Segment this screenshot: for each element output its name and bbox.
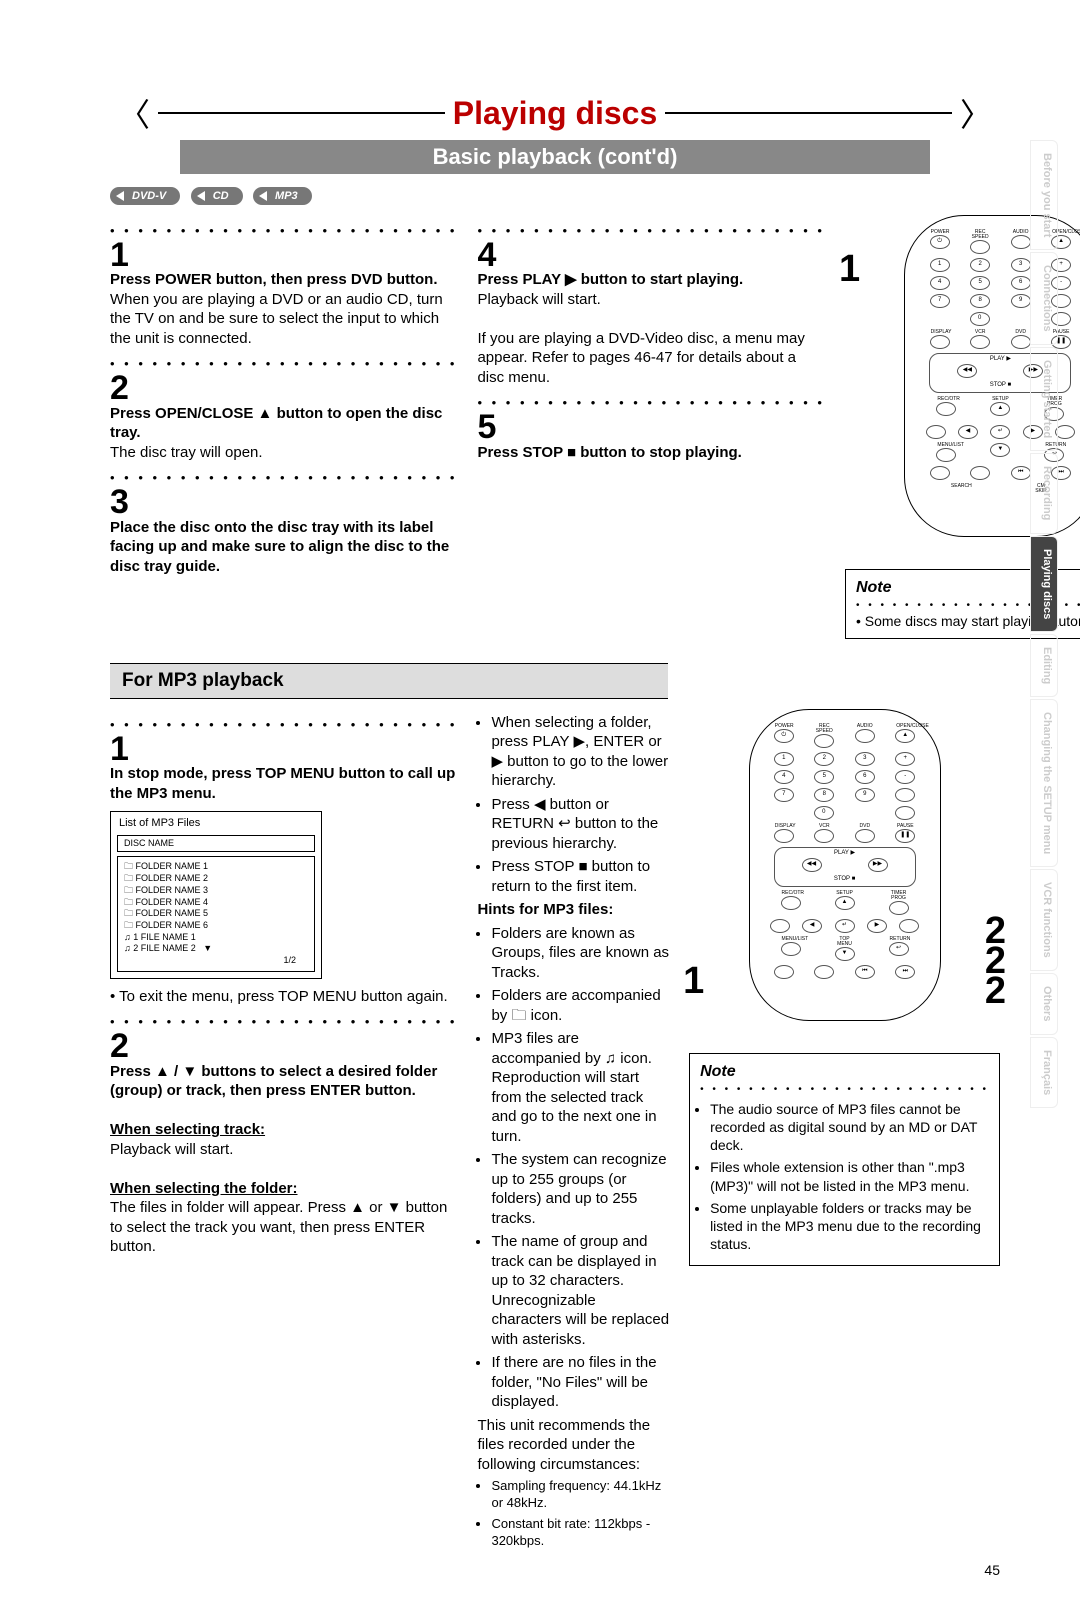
- page-number: 45: [110, 1562, 1000, 1578]
- callout-1: 1: [839, 245, 860, 294]
- badge-dvdv: DVD-V: [110, 187, 180, 205]
- list-item: 🗀 FOLDER NAME 2: [124, 873, 308, 885]
- callout2-2c: 2: [985, 967, 1006, 1016]
- tab-francais[interactable]: Français: [1030, 1037, 1058, 1108]
- tab-connections[interactable]: Connections: [1030, 252, 1058, 345]
- step3-number: 3: [110, 487, 457, 518]
- mp3-bullet: Press STOP ■ button to return to the fir…: [491, 857, 669, 896]
- rec-item: Sampling frequency: 44.1kHz or 48kHz.: [491, 1478, 669, 1512]
- hint-item: MP3 files are accompanied by ♫ icon. Rep…: [491, 1029, 669, 1146]
- step3-heading: Place the disc onto the disc tray with i…: [110, 519, 449, 575]
- tab-before-you-start[interactable]: Before you start: [1030, 140, 1058, 250]
- step5-heading: Press STOP ■ button to stop playing.: [477, 444, 741, 461]
- format-badges: DVD-V CD MP3: [110, 186, 1000, 205]
- step5-number: 5: [477, 412, 824, 443]
- mp3-step1-heading: In stop mode, press TOP MENU button to c…: [110, 765, 455, 802]
- note-box-2: Note • • • • • • • • • • • • • • • • • •…: [689, 1053, 1000, 1266]
- mp3-exit-note: To exit the menu, press TOP MENU button …: [119, 988, 448, 1005]
- page-subtitle: Basic playback (cont'd): [180, 140, 930, 174]
- mp3-col-left: • • • • • • • • • • • • • • • • • • • • …: [110, 709, 457, 1554]
- mp3-section-header: For MP3 playback: [110, 663, 668, 699]
- chevron-right-icon: 〉: [952, 90, 1000, 136]
- hint-item: The name of group and track can be displ…: [491, 1232, 669, 1349]
- tab-getting-started[interactable]: Getting started: [1030, 347, 1058, 451]
- hint-item: Folders are known as Groups, files are k…: [491, 924, 669, 983]
- chevron-left-icon: 〈: [110, 90, 158, 136]
- step1-heading: Press POWER button, then press DVD butto…: [110, 271, 438, 288]
- list-item: 🗀 FOLDER NAME 3: [124, 885, 308, 897]
- tab-others[interactable]: Others: [1030, 973, 1058, 1034]
- tab-editing[interactable]: Editing: [1030, 634, 1058, 697]
- list-item: ♫ 1 FILE NAME 1: [124, 932, 308, 944]
- list-item: 🗀 FOLDER NAME 5: [124, 908, 308, 920]
- title-rule-left: [158, 112, 445, 114]
- title-rule-right: [665, 112, 952, 114]
- basic-col-left: • • • • • • • • • • • • • • • • • • • • …: [110, 215, 457, 639]
- mp3-bullet: When selecting a folder, press PLAY ▶, E…: [491, 713, 669, 791]
- mp3-bullet: Press ◀ button or RETURN ↩ button to the…: [491, 795, 669, 854]
- step4-body1: Playback will start.: [477, 291, 600, 308]
- list-item: 🗀 FOLDER NAME 6: [124, 920, 308, 932]
- hints-hdr: Hints for MP3 files:: [477, 901, 613, 918]
- step1-body: When you are playing a DVD or an audio C…: [110, 291, 443, 347]
- selecting-folder-hdr: When selecting the folder:: [110, 1180, 298, 1197]
- mp3-page-indicator: 1/2: [124, 955, 308, 967]
- hint-item: Folders are accompanied by 🗀 icon.: [491, 986, 669, 1025]
- mp3-step1-number: 1: [110, 734, 457, 765]
- selecting-track-hdr: When selecting track:: [110, 1121, 265, 1138]
- mp3-list-illustration: List of MP3 Files DISC NAME 🗀 FOLDER NAM…: [110, 811, 322, 978]
- mp3-step2-heading: Press ▲ / ▼ buttons to select a desired …: [110, 1063, 437, 1100]
- badge-cd: CD: [191, 187, 243, 205]
- remote-illustration-2: POWER⏻REC SPEEDAUDIOOPEN/CLOSE▲ 123+ 456…: [749, 709, 941, 1021]
- badge-mp3: MP3: [253, 187, 312, 205]
- tab-vcr-functions[interactable]: VCR functions: [1030, 869, 1058, 971]
- mp3-list-title: List of MP3 Files: [111, 812, 321, 834]
- tab-changing-setup[interactable]: Changing the SETUP menu: [1030, 699, 1058, 867]
- tab-recording[interactable]: Recording: [1030, 453, 1058, 533]
- selecting-folder-body: The files in folder will appear. Press ▲…: [110, 1198, 457, 1257]
- hint-item: The system can recognize up to 255 group…: [491, 1150, 669, 1228]
- page-title-bar: 〈 Playing discs 〉: [110, 90, 1000, 136]
- note2-item: The audio source of MP3 files cannot be …: [710, 1100, 989, 1155]
- step4-number: 4: [477, 240, 824, 271]
- list-item: 🗀 FOLDER NAME 4: [124, 897, 308, 909]
- side-nav-tabs: Before you start Connections Getting sta…: [1030, 140, 1058, 1110]
- note2-item: Some unplayable folders or tracks may be…: [710, 1199, 989, 1254]
- step2-heading: Press OPEN/CLOSE ▲ button to open the di…: [110, 405, 442, 442]
- selecting-track-body: Playback will start.: [110, 1140, 457, 1160]
- mp3-disc-name: DISC NAME: [117, 835, 315, 853]
- note2-title: Note: [700, 1062, 989, 1083]
- tab-playing-discs[interactable]: Playing discs: [1030, 536, 1058, 632]
- step4-body2: If you are playing a DVD-Video disc, a m…: [477, 330, 804, 386]
- mp3-col-mid: When selecting a folder, press PLAY ▶, E…: [477, 709, 669, 1554]
- list-item: ♫ 2 FILE NAME 2 ▼: [124, 943, 308, 955]
- mp3-step2-number: 2: [110, 1031, 457, 1062]
- step2-body: The disc tray will open.: [110, 444, 263, 461]
- rec-intro: This unit recommends the files recorded …: [477, 1416, 669, 1475]
- basic-col-mid: • • • • • • • • • • • • • • • • • • • • …: [477, 215, 824, 639]
- list-item: 🗀 FOLDER NAME 1: [124, 861, 308, 873]
- rec-item: Constant bit rate: 112kbps - 320kbps.: [491, 1516, 669, 1550]
- step2-number: 2: [110, 373, 457, 404]
- note2-item: Files whole extension is other than ".mp…: [710, 1158, 989, 1194]
- step1-number: 1: [110, 240, 457, 271]
- hint-item: If there are no files in the folder, "No…: [491, 1353, 669, 1412]
- callout2-1: 1: [683, 957, 704, 1006]
- page-title: Playing discs: [453, 95, 658, 132]
- step4-heading: Press PLAY ▶ button to start playing.: [477, 271, 743, 288]
- mp3-col-right: 1 2 2 2 POWER⏻REC SPEEDAUDIOOPEN/CLOSE▲ …: [689, 709, 1000, 1554]
